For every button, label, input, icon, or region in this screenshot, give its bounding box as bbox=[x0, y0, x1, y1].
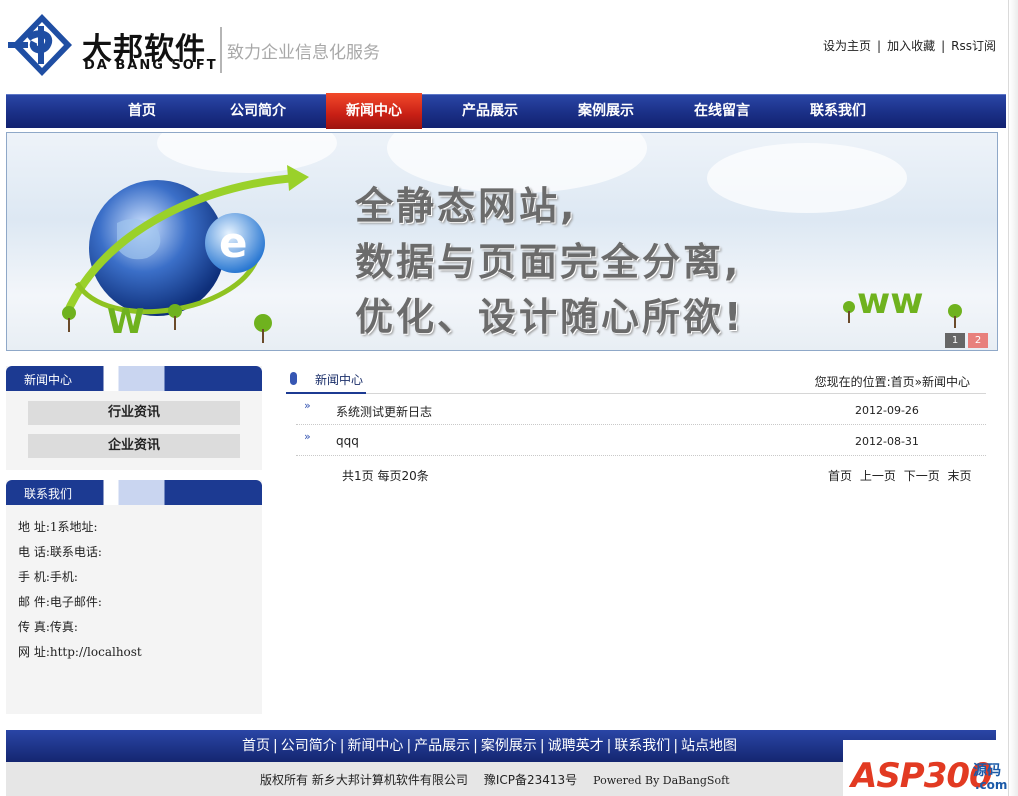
content-title: 新闻中心 bbox=[315, 373, 364, 387]
footer-copyright-text: 版权所有 新乡大邦计算机软件有限公司 豫ICP备23413号 Powered By … bbox=[260, 771, 746, 788]
banner-cloud bbox=[707, 143, 907, 213]
banner-slogan-line: 全静态网站, bbox=[355, 184, 578, 228]
www-illustration: ww bbox=[843, 281, 962, 328]
divider: | bbox=[941, 39, 946, 53]
divider: | bbox=[673, 738, 679, 754]
sidebar: 新闻中心 行业资讯 企业资讯 联系我们 地 址:1系地址: 电 话:联系电话: … bbox=[6, 366, 262, 714]
contact-phone: 电 话:联系电话: bbox=[18, 545, 102, 559]
globe-illustration: e W bbox=[62, 165, 309, 343]
section-marker-icon bbox=[290, 372, 297, 385]
nav-item-products[interactable]: 产品展示 bbox=[442, 95, 538, 129]
watermark-brand: ASP300 bbox=[851, 756, 993, 796]
nav-item-guestbook[interactable]: 在线留言 bbox=[674, 95, 770, 129]
footer-link-cases[interactable]: 案例展示 bbox=[481, 738, 537, 754]
svg-text:W: W bbox=[107, 302, 145, 342]
copyright: 版权所有 新乡大邦计算机软件有限公司 bbox=[260, 773, 468, 787]
news-date: 2012-08-31 bbox=[855, 435, 919, 448]
news-date: 2012-09-26 bbox=[855, 404, 919, 417]
contact-email: 邮 件:电子邮件: bbox=[18, 595, 102, 609]
footer-link-products[interactable]: 产品展示 bbox=[414, 738, 470, 754]
window-scrollbar-edge[interactable] bbox=[1008, 0, 1018, 796]
breadcrumb[interactable]: 您现在的位置:首页»新闻中心 bbox=[815, 373, 970, 390]
nav-item-cases[interactable]: 案例展示 bbox=[558, 95, 654, 129]
content-header: 新闻中心 您现在的位置:首页»新闻中心 bbox=[286, 366, 986, 394]
contact-mobile: 手 机:手机: bbox=[18, 570, 78, 584]
slide-dot-2[interactable]: 2 bbox=[968, 333, 988, 348]
news-row[interactable]: » qqq 2012-08-31 bbox=[296, 425, 986, 456]
footer-link-contact[interactable]: 联系我们 bbox=[614, 738, 670, 754]
pager: 首页 上一页 下一页 末页 bbox=[828, 467, 976, 484]
banner[interactable]: e W 全静态网站, 数据与页面完全分离, 优化、设计随心所欲! ww 1 2 bbox=[6, 132, 998, 351]
logo-icon[interactable] bbox=[8, 12, 76, 78]
slide-dot-1[interactable]: 1 bbox=[945, 333, 965, 348]
slogan: 致力企业信息化服务 bbox=[227, 43, 380, 63]
logo-text-en: DA BANG SOFT bbox=[84, 58, 218, 73]
double-chevron-icon: » bbox=[304, 399, 311, 412]
footer-link-about[interactable]: 公司简介 bbox=[281, 738, 337, 754]
divider: | bbox=[539, 738, 545, 754]
banner-slogan-line: 数据与页面完全分离, bbox=[355, 240, 742, 284]
banner-slogan-line: 优化、设计随心所欲! bbox=[355, 295, 745, 339]
contact-website: 网 址:http://localhost bbox=[18, 645, 142, 659]
set-homepage-link[interactable]: 设为主页 bbox=[823, 39, 871, 53]
divider: | bbox=[606, 738, 612, 754]
sidebar-contact-box: 联系我们 地 址:1系地址: 电 话:联系电话: 手 机:手机: 邮 件:电子邮… bbox=[6, 480, 262, 714]
nav-item-news[interactable]: 新闻中心 bbox=[326, 93, 422, 129]
divider: | bbox=[339, 738, 345, 754]
pager-prev[interactable]: 上一页 bbox=[860, 469, 896, 483]
footer-link-home[interactable]: 首页 bbox=[242, 738, 270, 754]
pager-next[interactable]: 下一页 bbox=[904, 469, 940, 483]
sidebar-contact-title: 联系我们 bbox=[24, 487, 73, 501]
header: 大邦软件 DA BANG SOFT 致力企业信息化服务 设为主页 | 加入收藏 | Rs… bbox=[0, 0, 1018, 92]
double-chevron-icon: » bbox=[304, 430, 311, 443]
news-row[interactable]: » 系统测试更新日志 2012-09-26 bbox=[296, 394, 986, 425]
watermark-cn: 源码 bbox=[973, 763, 1001, 779]
sidebar-news-title: 新闻中心 bbox=[24, 373, 73, 387]
news-title[interactable]: 系统测试更新日志 bbox=[336, 403, 432, 420]
main-content: 新闻中心 您现在的位置:首页»新闻中心 » 系统测试更新日志 2012-09-2… bbox=[286, 366, 986, 483]
contact-fax: 传 真:传真: bbox=[18, 620, 78, 634]
top-links: 设为主页 | 加入收藏 | Rss订阅 bbox=[823, 37, 996, 54]
divider: | bbox=[473, 738, 478, 754]
divider: | bbox=[877, 39, 882, 53]
pager-first[interactable]: 首页 bbox=[828, 469, 852, 483]
nav-item-home[interactable]: 首页 bbox=[94, 95, 190, 129]
sidebar-news-box: 新闻中心 行业资讯 企业资讯 bbox=[6, 366, 262, 470]
footer-links: 首页 | 公司简介 | 新闻中心 | 产品展示 | 案例展示 | 诚聘英才 | 联系我们 | 站点地图 bbox=[242, 735, 737, 755]
news-title[interactable]: qqq bbox=[336, 434, 359, 448]
icp-number[interactable]: 豫ICP备23413号 bbox=[484, 773, 577, 787]
logo-divider bbox=[220, 27, 222, 73]
nav-item-contact[interactable]: 联系我们 bbox=[790, 95, 886, 129]
pager-last[interactable]: 末页 bbox=[948, 469, 972, 483]
contact-address: 地 址:1系地址: bbox=[18, 520, 98, 534]
watermark-com: .com bbox=[975, 778, 1008, 792]
sidebar-item-company-news[interactable]: 企业资讯 bbox=[28, 434, 240, 458]
rss-link[interactable]: Rss订阅 bbox=[951, 39, 996, 53]
sidebar-contact-header: 联系我们 bbox=[6, 480, 262, 505]
powered-by: Powered By DaBangSoft bbox=[593, 774, 730, 787]
watermark-logo: ASP300 源码 .com bbox=[843, 740, 1013, 796]
pager-info: 共1页 每页20条 bbox=[342, 469, 429, 483]
divider: | bbox=[406, 738, 412, 754]
footer-link-sitemap[interactable]: 站点地图 bbox=[681, 738, 737, 754]
divider: | bbox=[273, 738, 278, 754]
add-favorite-link[interactable]: 加入收藏 bbox=[887, 39, 935, 53]
footer-link-news[interactable]: 新闻中心 bbox=[347, 738, 403, 754]
nav-item-about[interactable]: 公司简介 bbox=[210, 95, 306, 129]
svg-text:ww: ww bbox=[857, 281, 924, 322]
sidebar-news-header: 新闻中心 bbox=[6, 366, 262, 391]
main-nav: 首页 公司简介 新闻中心 产品展示 案例展示 在线留言 联系我们 bbox=[6, 93, 1006, 129]
sidebar-item-industry-news[interactable]: 行业资讯 bbox=[28, 401, 240, 425]
svg-text:e: e bbox=[219, 218, 248, 267]
footer-link-jobs[interactable]: 诚聘英才 bbox=[548, 738, 604, 754]
